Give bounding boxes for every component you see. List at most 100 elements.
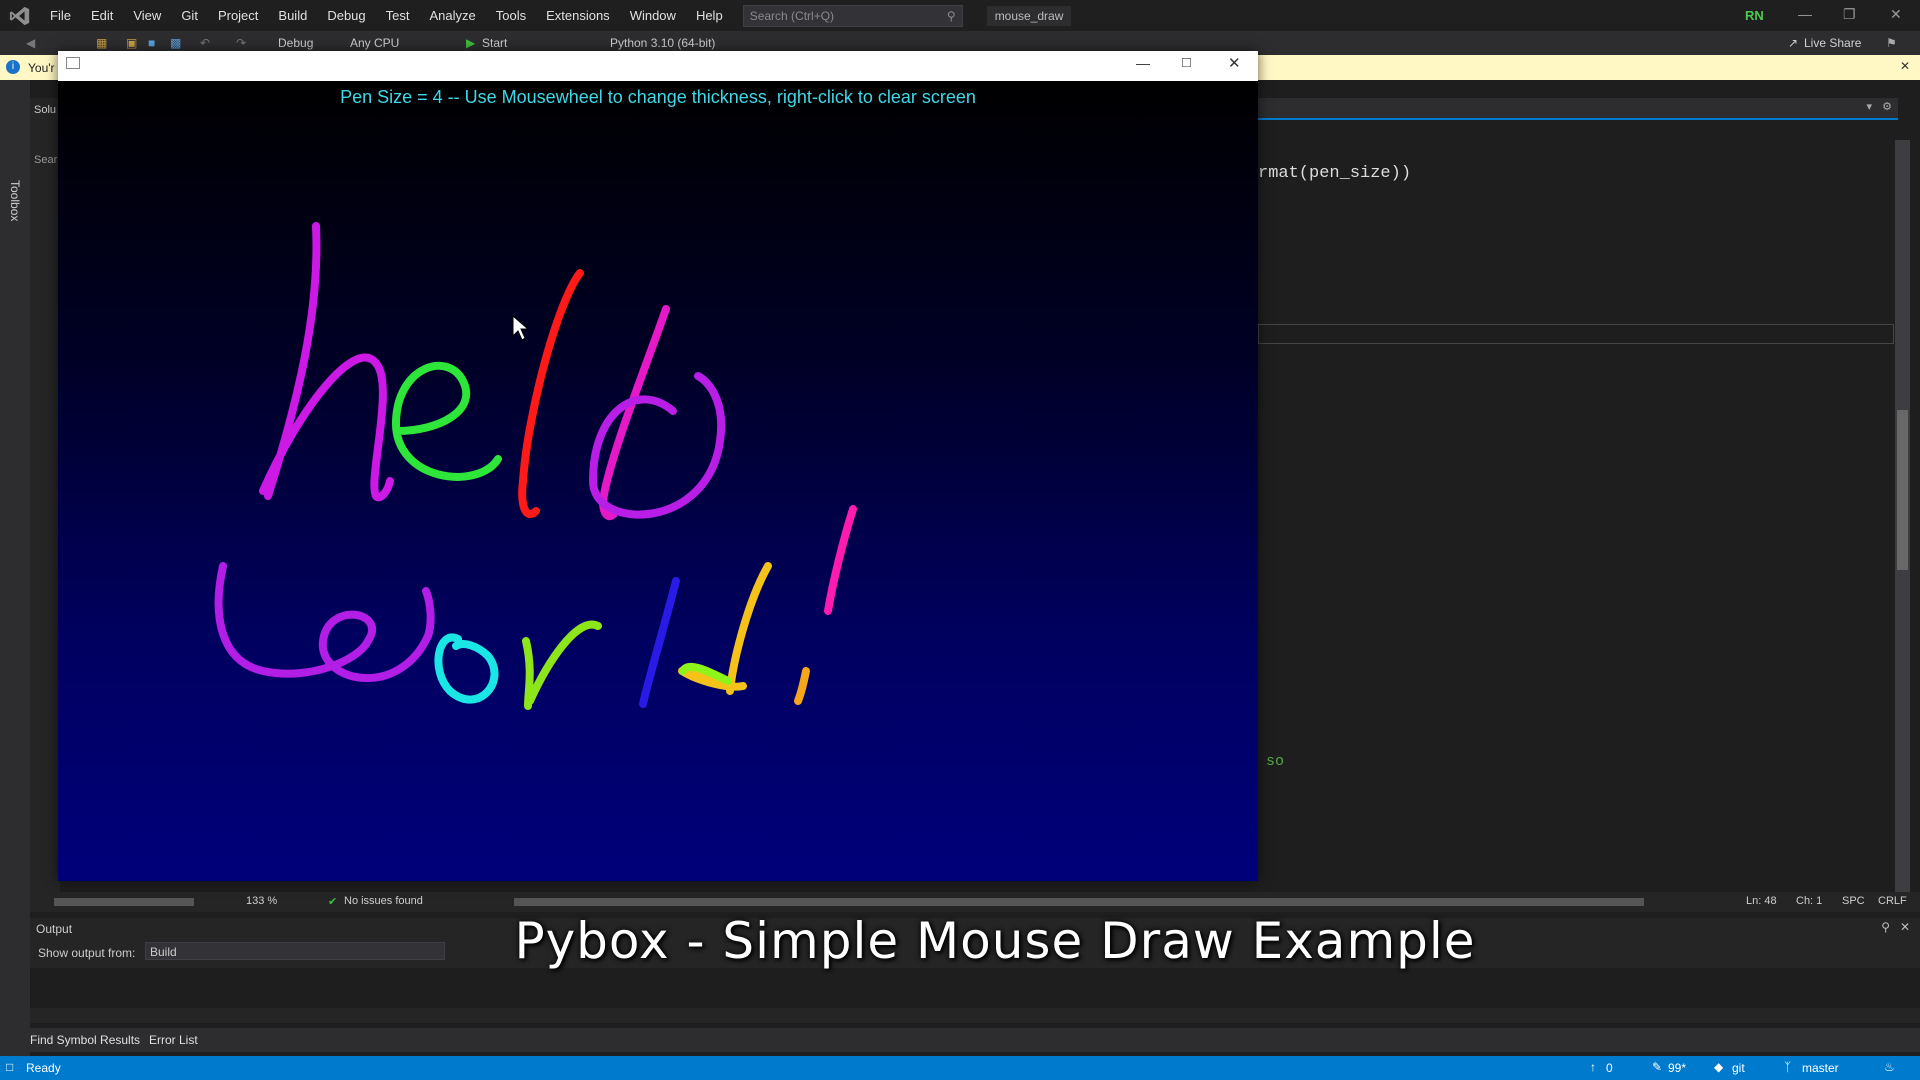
stroke-l3 — [639, 577, 680, 708]
output-text-area[interactable] — [30, 968, 1920, 1008]
menu-edit[interactable]: Edit — [81, 0, 123, 31]
feedback-icon[interactable]: ⚑ — [1886, 36, 1897, 50]
start-button[interactable]: Start — [482, 36, 507, 50]
code-comment-fragment: so — [1266, 753, 1285, 770]
menu-bar: File Edit View Git Project Build Debug T… — [0, 0, 1920, 31]
solution-search[interactable]: Sear — [34, 154, 57, 166]
save-all-icon[interactable]: ▩ — [170, 36, 181, 50]
stroke-w — [214, 562, 435, 682]
info-close-icon[interactable]: ✕ — [1900, 59, 1910, 73]
menu-project[interactable]: Project — [208, 0, 268, 31]
stroke-h — [259, 222, 394, 502]
git-repo[interactable]: git — [1732, 1061, 1745, 1075]
menu-help[interactable]: Help — [686, 0, 733, 31]
close-icon[interactable]: ✕ — [1890, 6, 1902, 23]
redo-icon[interactable]: ↷ — [236, 36, 246, 50]
branch-icon: ᛉ — [1784, 1060, 1792, 1074]
stroke-l1 — [518, 269, 584, 519]
menu-git[interactable]: Git — [171, 0, 208, 31]
search-input[interactable]: Search (Ctrl+Q) ⚲ — [742, 4, 963, 27]
pg-maximize-icon[interactable]: □ — [1182, 54, 1191, 71]
stroke-d — [678, 562, 772, 695]
menu-view[interactable]: View — [123, 0, 171, 31]
unpushed-count[interactable]: 0 — [1606, 1061, 1613, 1075]
tab-dropdown-icon[interactable]: ▾ — [1866, 100, 1872, 113]
search-placeholder: Search (Ctrl+Q) — [749, 8, 835, 23]
code-editor[interactable] — [1258, 98, 1898, 898]
changes-count[interactable]: 99* — [1668, 1061, 1686, 1075]
menu-file[interactable]: File — [40, 0, 81, 31]
current-line-highlight — [1258, 324, 1894, 344]
stroke-o2 — [434, 633, 499, 704]
ready-icon: □ — [6, 1060, 14, 1074]
tab-error-list[interactable]: Error List — [149, 1033, 198, 1047]
menu-debug[interactable]: Debug — [317, 0, 375, 31]
editor-scroll-thumb[interactable] — [1897, 410, 1908, 570]
info-text: You'r — [28, 61, 55, 75]
toolbox-tab[interactable]: Toolbox — [8, 180, 22, 221]
git-icon: ◆ — [1714, 1060, 1724, 1074]
back-icon[interactable]: ◀ — [26, 36, 35, 50]
solution-explorer-panel: Solu Sear — [30, 98, 60, 898]
menu-build[interactable]: Build — [268, 0, 317, 31]
visual-studio-logo-icon — [0, 0, 40, 31]
undo-icon[interactable]: ↶ — [200, 36, 210, 50]
code-line: rmat(pen_size)) — [1258, 164, 1412, 183]
column-number: Ch: 1 — [1796, 895, 1823, 907]
restore-icon[interactable]: ❐ — [1843, 6, 1856, 23]
minimize-icon[interactable]: — — [1798, 6, 1812, 22]
solution-explorer-title: Solu — [34, 104, 57, 116]
tab-find-symbol-results[interactable]: Find Symbol Results — [30, 1033, 140, 1047]
config-dropdown[interactable]: Debug — [278, 36, 313, 50]
live-share-button[interactable]: Live Share — [1804, 36, 1861, 50]
notification-bell-icon[interactable]: ♨ — [1884, 1060, 1895, 1074]
line-number: Ln: 48 — [1746, 895, 1777, 907]
git-branch[interactable]: master — [1802, 1061, 1839, 1075]
push-arrow-icon: ↑ — [1590, 1060, 1596, 1074]
stroke-dot — [794, 667, 810, 705]
menu-window[interactable]: Window — [620, 0, 686, 31]
settings-gear-icon[interactable]: ⚙ — [1882, 100, 1892, 113]
search-icon: ⚲ — [946, 8, 956, 23]
menu-tools[interactable]: Tools — [486, 0, 536, 31]
status-bar: □ Ready ↑ 0 ✎ 99* ◆ git ᛉ master ♨ — [0, 1056, 1920, 1080]
indent-mode[interactable]: SPC — [1842, 895, 1865, 907]
no-issues-icon: ✔ — [328, 896, 338, 908]
user-avatar[interactable]: RN — [1745, 8, 1764, 23]
pg-close-icon[interactable]: ✕ — [1228, 54, 1241, 72]
pg-minimize-icon[interactable]: — — [1136, 55, 1150, 71]
pygame-title-bar[interactable]: — □ ✕ — [58, 51, 1258, 81]
menu-extensions[interactable]: Extensions — [536, 0, 620, 31]
stroke-exclaim — [824, 505, 857, 615]
stroke-e — [391, 361, 502, 481]
app-window-icon — [66, 57, 80, 69]
info-icon: i — [6, 60, 20, 74]
stroke-r — [522, 620, 602, 710]
start-icon[interactable]: ▶ — [466, 36, 475, 50]
horizontal-scrollbar[interactable] — [54, 898, 194, 906]
editor-tab-strip: ▾ ⚙ — [1258, 98, 1898, 120]
editor-status-strip: 133 % ✔ No issues found Ln: 48 Ch: 1 SPC… — [30, 892, 1920, 912]
handwriting-drawing — [214, 222, 857, 710]
line-ending[interactable]: CRLF — [1878, 895, 1907, 907]
solution-name: mouse_draw — [986, 5, 1072, 26]
menu-analyze[interactable]: Analyze — [419, 0, 485, 31]
python-env-dropdown[interactable]: Python 3.10 (64-bit) — [610, 36, 715, 50]
video-caption: Pybox - Simple Mouse Draw Example — [514, 912, 1476, 970]
stroke-o — [589, 372, 726, 519]
pygame-window[interactable]: — □ ✕ Pen Size = 4 -- Use Mousewheel to … — [58, 51, 1258, 881]
platform-dropdown[interactable]: Any CPU — [350, 36, 399, 50]
mouse-cursor-icon — [512, 314, 530, 341]
open-icon[interactable]: ▣ — [126, 36, 137, 50]
zoom-level[interactable]: 133 % — [246, 895, 277, 907]
bottom-tab-strip: Find Symbol Results Error List — [0, 1028, 1920, 1052]
save-icon[interactable]: ■ — [148, 36, 155, 50]
editor-horizontal-scrollbar[interactable] — [514, 898, 1644, 906]
issues-status[interactable]: No issues found — [344, 895, 423, 907]
drawing-canvas[interactable]: Pen Size = 4 -- Use Mousewheel to change… — [58, 81, 1258, 881]
live-share-icon: ↗ — [1788, 36, 1799, 50]
status-ready: Ready — [26, 1061, 61, 1075]
new-project-icon[interactable]: ▦ — [96, 36, 107, 50]
pencil-icon: ✎ — [1652, 1060, 1663, 1074]
menu-test[interactable]: Test — [376, 0, 420, 31]
